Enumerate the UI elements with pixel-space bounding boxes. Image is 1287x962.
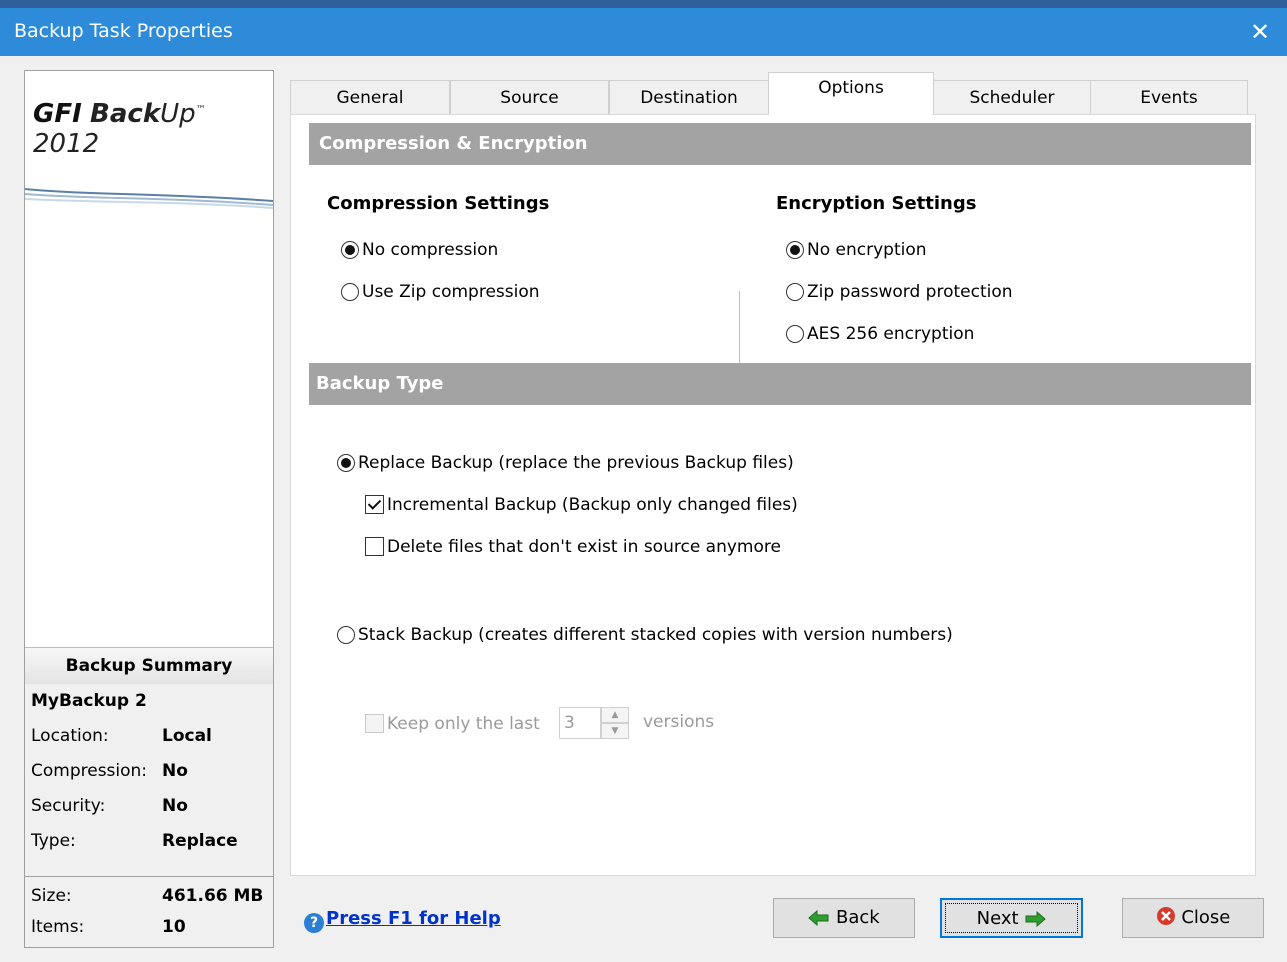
summary-divider [25, 876, 273, 877]
tab-options[interactable]: Options [768, 72, 934, 115]
radio-aes-256[interactable]: AES 256 encryption [786, 321, 974, 347]
radio-button[interactable] [786, 283, 804, 301]
radio-no-compression[interactable]: No compression [341, 237, 498, 263]
radio-label: AES 256 encryption [807, 324, 975, 344]
checkbox[interactable] [365, 714, 384, 733]
checkbox-label: Keep only the last [387, 714, 540, 734]
radio-label: Replace Backup (replace the previous Bac… [358, 453, 794, 473]
summary-task-name: MyBackup 2 [31, 691, 147, 711]
tab-source[interactable]: Source [450, 80, 609, 114]
window-close-button[interactable]: ✕ [1233, 8, 1287, 56]
radio-button[interactable] [341, 241, 359, 259]
checkbox[interactable] [365, 537, 384, 556]
logo-name-italic: Up [160, 99, 196, 129]
radio-label: No compression [362, 240, 499, 260]
tab-scheduler[interactable]: Scheduler [933, 80, 1091, 114]
radio-label: Zip password protection [807, 282, 1013, 302]
radio-label: No encryption [807, 240, 927, 260]
summary-value: No [162, 796, 188, 816]
spin-up-button[interactable]: ▲ [601, 707, 629, 723]
summary-value: 10 [162, 917, 186, 937]
summary-value: Local [162, 726, 212, 746]
tab-strip: General Source Destination Options Sched… [290, 72, 1250, 115]
logo-year: 2012 [33, 129, 100, 159]
radio-button[interactable] [786, 241, 804, 259]
logo-wave-graphic [25, 188, 273, 209]
tab-events[interactable]: Events [1090, 80, 1248, 114]
backup-summary: MyBackup 2 Location: Local Compression: … [25, 684, 273, 947]
summary-label: Items: [31, 917, 85, 937]
radio-zip-compression[interactable]: Use Zip compression [341, 279, 540, 305]
close-icon: ✕ [1249, 18, 1271, 46]
versions-spinner[interactable]: 3 ▲ ▼ [559, 707, 631, 741]
summary-label: Type: [31, 831, 76, 851]
compression-settings-title: Compression Settings [327, 193, 550, 214]
arrow-left-icon [808, 910, 829, 926]
help-link[interactable]: ? Press F1 for Help [304, 908, 501, 933]
help-icon: ? [304, 913, 324, 933]
back-button[interactable]: Back [773, 898, 915, 938]
versions-input[interactable]: 3 [559, 707, 601, 739]
title-bar[interactable]: Backup Task Properties ✕ [0, 8, 1287, 56]
options-panel: Compression & Encryption Compression Set… [290, 114, 1256, 876]
backup-summary-header: Backup Summary [25, 647, 273, 685]
left-panel: GFI BackUp™ 2012 Backup Summary MyBackup… [24, 70, 274, 948]
summary-label: Security: [31, 796, 106, 816]
logo-brand: GFI [33, 99, 82, 129]
compression-encryption-header: Compression & Encryption [309, 123, 1251, 165]
radio-zip-password[interactable]: Zip password protection [786, 279, 1013, 305]
summary-label: Compression: [31, 761, 148, 781]
radio-button[interactable] [341, 283, 359, 301]
close-button[interactable]: Close [1122, 898, 1264, 938]
summary-value: Replace [162, 831, 238, 851]
spin-down-button[interactable]: ▼ [601, 723, 629, 739]
backup-type-header: Backup Type [309, 363, 1251, 405]
next-button[interactable]: Next [940, 898, 1083, 938]
help-link-text: Press F1 for Help [326, 908, 501, 929]
back-button-label: Back [836, 907, 880, 928]
radio-button[interactable] [786, 325, 804, 343]
checkbox-keep-last[interactable]: Keep only the last [365, 711, 540, 737]
window-title: Backup Task Properties [14, 20, 233, 42]
close-circle-icon [1156, 907, 1175, 925]
checkbox[interactable] [365, 495, 384, 514]
tab-general[interactable]: General [290, 80, 450, 114]
radio-replace-backup[interactable]: Replace Backup (replace the previous Bac… [337, 450, 794, 476]
summary-value: 461.66 MB [162, 886, 264, 906]
summary-label: Size: [31, 886, 72, 906]
versions-label: versions [643, 712, 715, 732]
summary-value: No [162, 761, 188, 781]
checkbox-incremental-backup[interactable]: Incremental Backup (Backup only changed … [365, 492, 798, 518]
backup-task-properties-window: Backup Task Properties ✕ GFI BackUp™ 201… [0, 8, 1287, 962]
logo-trademark: ™ [195, 104, 206, 116]
checkbox-label: Incremental Backup (Backup only changed … [387, 495, 798, 515]
radio-button[interactable] [337, 454, 355, 472]
encryption-settings-title: Encryption Settings [776, 193, 977, 214]
summary-label: Location: [31, 726, 109, 746]
radio-stack-backup[interactable]: Stack Backup (creates different stacked … [337, 622, 953, 648]
checkbox-label: Delete files that don't exist in source … [387, 537, 781, 557]
radio-button[interactable] [337, 626, 355, 644]
focus-rectangle [945, 903, 1078, 933]
logo-name-bold: Back [90, 99, 161, 129]
close-button-label: Close [1181, 907, 1231, 928]
checkbox-delete-missing[interactable]: Delete files that don't exist in source … [365, 534, 781, 560]
client-area: GFI BackUp™ 2012 Backup Summary MyBackup… [10, 56, 1287, 962]
radio-label: Use Zip compression [362, 282, 540, 302]
product-logo: GFI BackUp™ 2012 [25, 71, 273, 211]
radio-label: Stack Backup (creates different stacked … [358, 625, 953, 645]
radio-no-encryption[interactable]: No encryption [786, 237, 927, 263]
tab-destination[interactable]: Destination [609, 80, 769, 114]
logo-text: GFI BackUp™ 2012 [33, 99, 273, 159]
